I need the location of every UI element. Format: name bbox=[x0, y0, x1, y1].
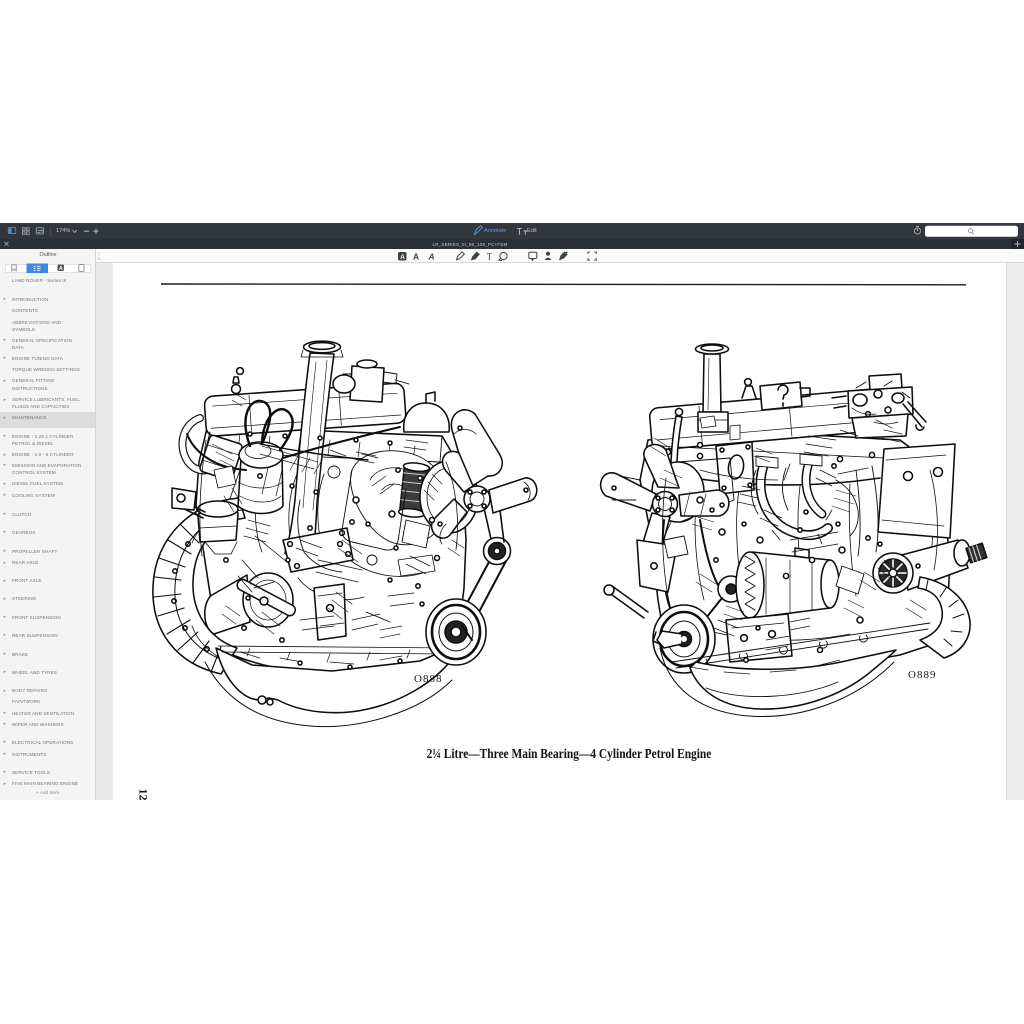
svg-text:O888: O888 bbox=[414, 673, 442, 685]
svg-text:O889: O889 bbox=[908, 669, 936, 681]
